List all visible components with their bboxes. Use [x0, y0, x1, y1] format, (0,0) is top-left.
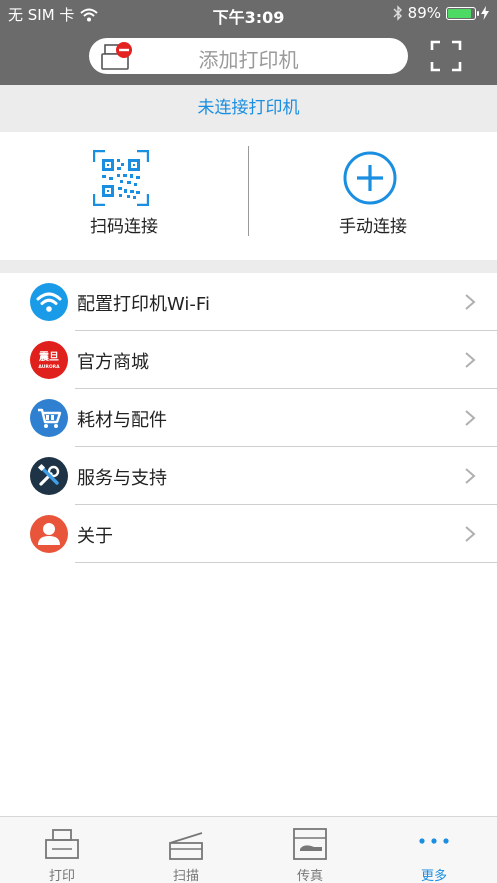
status-bar: 无 SIM 卡 下午3:09 89%: [0, 0, 497, 28]
svg-text:震旦: 震旦: [39, 351, 59, 363]
menu-label: 耗材与配件: [77, 410, 167, 431]
manual-connect-button[interactable]: 手动连接: [249, 132, 497, 260]
menu-item-wifi[interactable]: 配置打印机Wi-Fi: [0, 273, 497, 331]
tab-bar: 打印 扫描 传真 更多: [0, 816, 497, 883]
fax-icon: [293, 828, 327, 860]
scan-connect-label: 扫码连接: [90, 217, 158, 237]
connection-status: 未连接打印机: [0, 85, 497, 132]
chevron-right-icon: [465, 468, 476, 484]
scan-connect-button[interactable]: 扫码连接: [0, 132, 248, 260]
aurora-logo-icon: 震旦 AURORA: [30, 341, 68, 379]
menu-item-supplies[interactable]: 耗材与配件: [0, 389, 497, 447]
tools-icon: [30, 457, 68, 495]
tab-label: 打印: [48, 869, 75, 883]
tab-label: 传真: [296, 869, 323, 883]
top-bar: 无 SIM 卡 下午3:09 89% 添加打印机: [0, 0, 497, 85]
menu-item-store[interactable]: 震旦 AURORA 官方商城: [0, 331, 497, 389]
tab-scan[interactable]: 扫描: [124, 817, 248, 883]
manual-connect-label: 手动连接: [339, 217, 407, 237]
wifi-icon: [30, 283, 68, 321]
cart-icon: [30, 399, 68, 437]
tab-label: 更多: [420, 869, 447, 883]
chevron-right-icon: [465, 410, 476, 426]
search-placeholder: 添加打印机: [198, 48, 299, 72]
tab-more[interactable]: 更多: [372, 817, 496, 883]
charging-icon: [481, 6, 489, 20]
scan-frame-icon[interactable]: [430, 40, 462, 72]
user-icon: [30, 515, 68, 553]
chevron-right-icon: [465, 526, 476, 542]
tab-print[interactable]: 打印: [0, 817, 124, 883]
menu-label: 官方商城: [77, 352, 149, 373]
scan-icon: [169, 832, 203, 860]
menu-label: 关于: [77, 526, 113, 547]
tab-label: 扫描: [172, 869, 199, 883]
menu-label: 配置打印机Wi-Fi: [77, 294, 210, 315]
battery-icon: [446, 6, 479, 20]
settings-menu: 配置打印机Wi-Fi 震旦 AURORA 官方商城 耗材与配件 服务与支持 关于: [0, 273, 497, 563]
connect-divider: [248, 146, 249, 236]
chevron-right-icon: [465, 294, 476, 310]
svg-text:AURORA: AURORA: [38, 364, 60, 370]
plus-circle-icon: [343, 151, 397, 205]
section-gap: [0, 260, 497, 273]
menu-label: 服务与支持: [77, 468, 167, 489]
bluetooth-icon: [393, 5, 402, 21]
print-icon: [45, 829, 79, 859]
battery-percent: 89%: [407, 4, 441, 22]
add-printer-search[interactable]: 添加打印机: [89, 38, 408, 74]
qr-code-icon: [93, 150, 149, 206]
tab-fax[interactable]: 传真: [248, 817, 372, 883]
chevron-right-icon: [465, 352, 476, 368]
more-icon: [419, 838, 449, 844]
menu-item-about[interactable]: 关于: [0, 505, 497, 563]
menu-item-service[interactable]: 服务与支持: [0, 447, 497, 505]
